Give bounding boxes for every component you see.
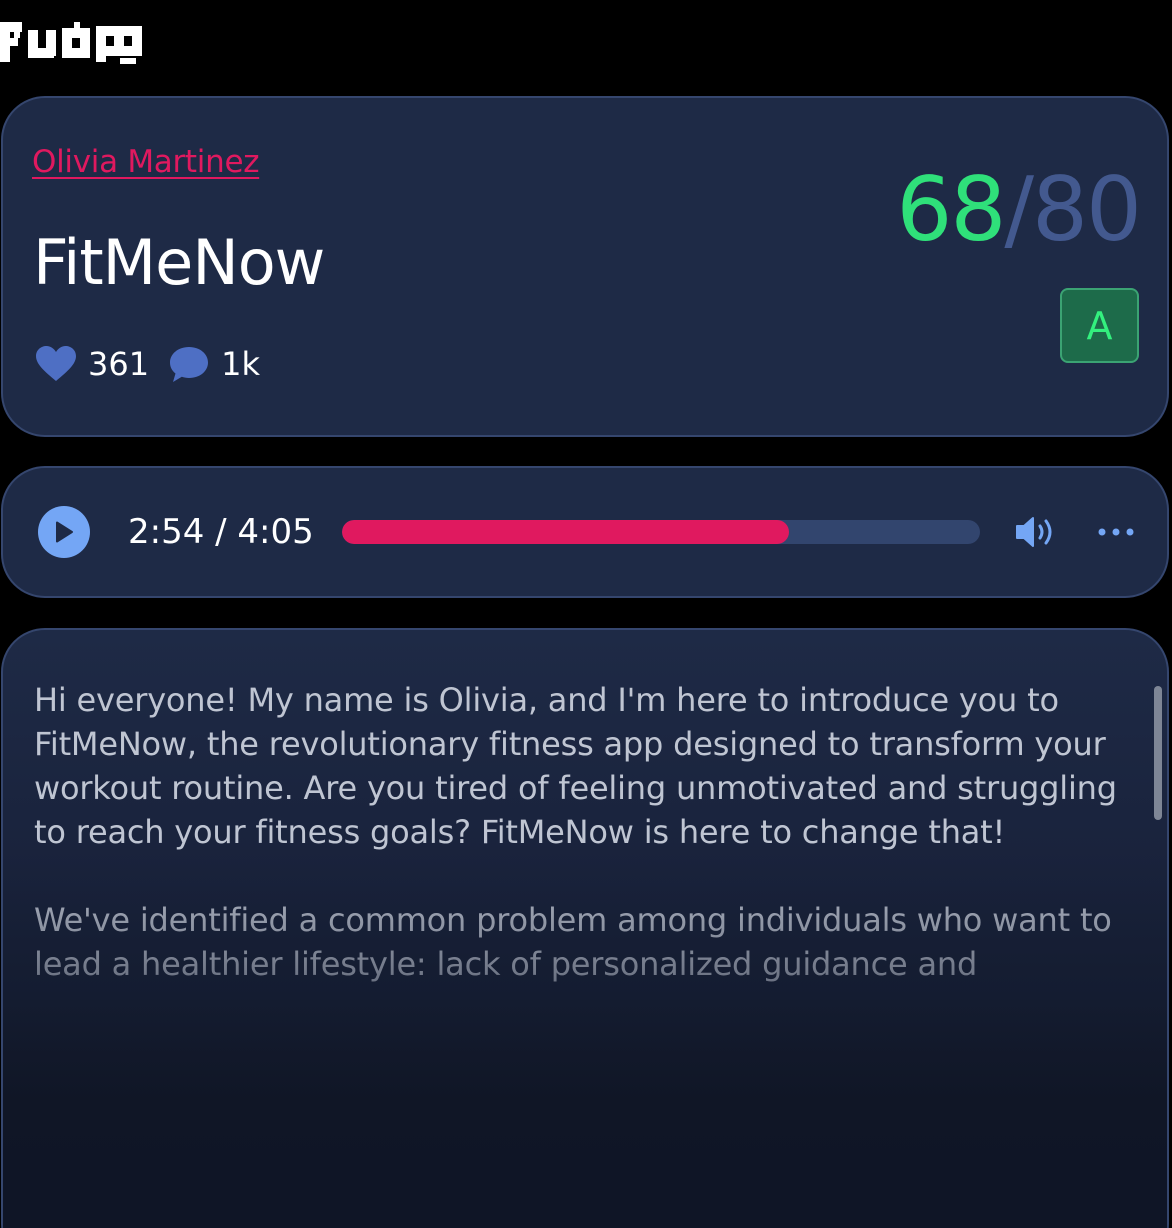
- playback-time: 2:54 / 4:05: [128, 512, 314, 552]
- author-link[interactable]: Olivia Martinez: [32, 144, 259, 180]
- app-title: FitMeNow: [33, 226, 325, 299]
- description-paragraph: Hi everyone! My name is Olivia, and I'm …: [34, 681, 1117, 851]
- progress-bar[interactable]: [342, 520, 980, 544]
- progress-fill: [342, 520, 789, 544]
- speech-bubble-icon[interactable]: [169, 345, 209, 383]
- scrollbar[interactable]: [1154, 686, 1162, 820]
- brand-logo: [0, 22, 142, 64]
- play-icon: [56, 521, 73, 543]
- score-value: 68: [896, 158, 1006, 261]
- grade-badge: A: [1060, 288, 1139, 363]
- score-separator: /: [1004, 158, 1034, 261]
- play-button[interactable]: [38, 506, 90, 558]
- ellipsis-icon[interactable]: [1096, 520, 1136, 544]
- description-text: Hi everyone! My name is Olivia, and I'm …: [34, 678, 1144, 1030]
- score: 68/80: [896, 166, 1142, 254]
- page: Olivia Martinez FitMeNow 361 1k 68/80 A …: [0, 0, 1172, 1228]
- comment-count: 1k: [221, 345, 260, 383]
- score-max: 80: [1032, 158, 1142, 261]
- heart-icon[interactable]: [36, 346, 76, 382]
- engagement-stats: 361 1k: [36, 344, 280, 384]
- description-paragraph: We've identified a common problem among …: [34, 901, 1112, 983]
- speaker-volume-icon[interactable]: [1014, 512, 1058, 552]
- description-card: Hi everyone! My name is Olivia, and I'm …: [1, 628, 1169, 1228]
- like-count: 361: [88, 345, 150, 383]
